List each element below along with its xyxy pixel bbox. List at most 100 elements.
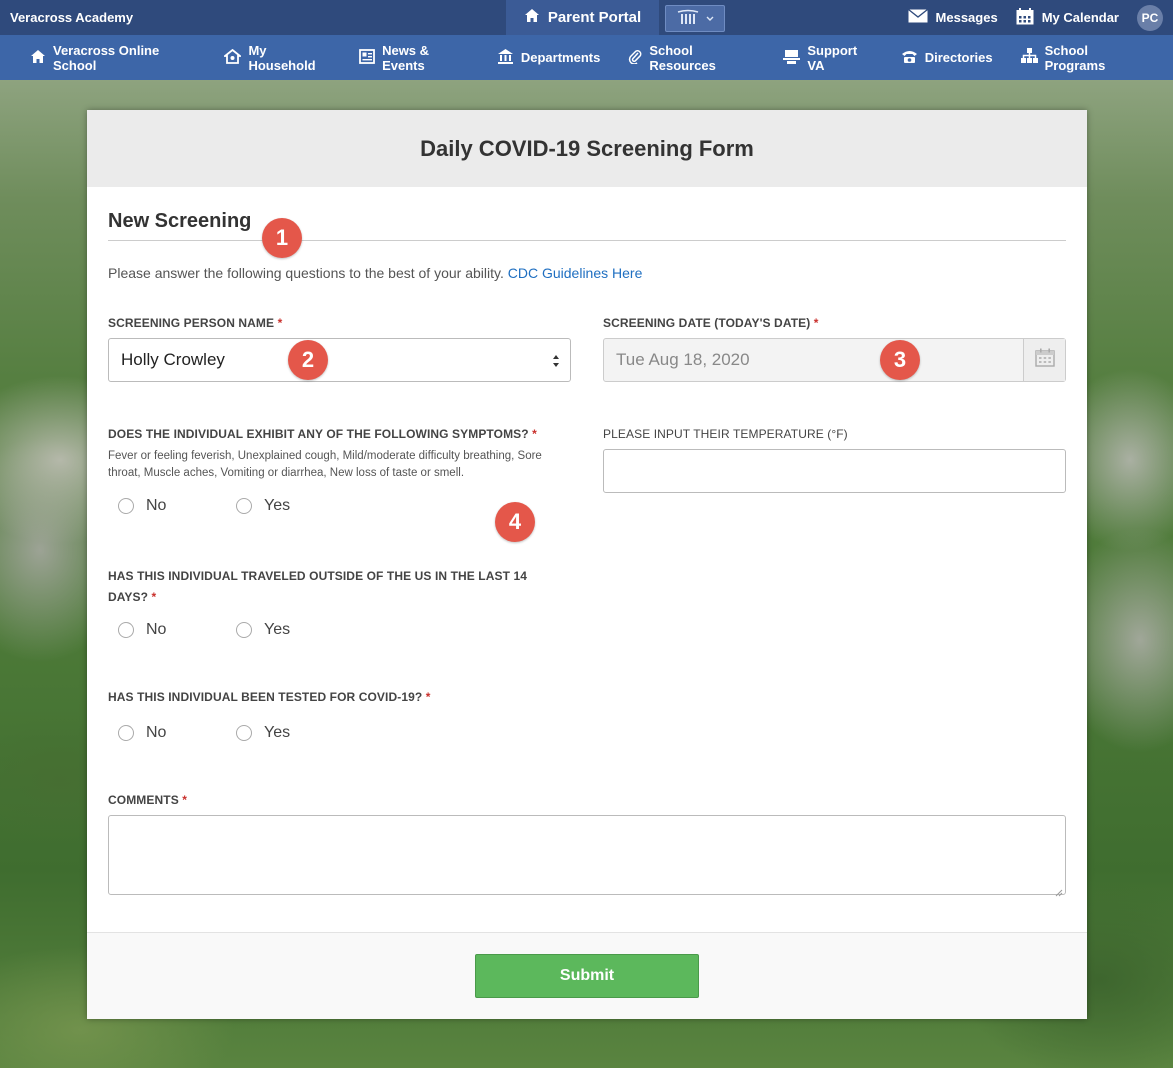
news-icon bbox=[359, 48, 375, 67]
travel-radio-group: No Yes bbox=[118, 621, 354, 639]
support-icon bbox=[783, 49, 801, 67]
screening-person-label: SCREENING PERSON NAME * bbox=[108, 316, 282, 330]
screening-date-label: SCREENING DATE (TODAY'S DATE) * bbox=[603, 316, 819, 330]
annotation-marker-2: 2 bbox=[288, 340, 328, 380]
nav-label: News & Events bbox=[382, 42, 430, 73]
nav-item-school-resources[interactable]: School Resources bbox=[628, 43, 755, 73]
nav-item-my-household[interactable]: My Household bbox=[222, 42, 331, 73]
cdc-guidelines-link[interactable]: CDC Guidelines Here bbox=[508, 265, 643, 281]
comments-label: COMMENTS * bbox=[108, 793, 187, 807]
tested-no-option[interactable]: No bbox=[118, 724, 236, 742]
intro-instructions: Please answer the following questions to… bbox=[108, 265, 504, 281]
nav-item-support-va[interactable]: Support VA bbox=[783, 43, 872, 73]
nav-item-school-programs[interactable]: School Programs bbox=[1020, 42, 1145, 73]
portal-switcher-button[interactable] bbox=[665, 5, 725, 32]
messages-label: Messages bbox=[935, 10, 998, 25]
nav-item-news-events[interactable]: News & Events bbox=[359, 43, 469, 73]
envelope-icon bbox=[907, 8, 928, 26]
radio-button[interactable] bbox=[236, 725, 252, 741]
required-mark: * bbox=[151, 590, 157, 604]
nav-label: Departments bbox=[520, 50, 601, 65]
date-picker-button[interactable] bbox=[1023, 339, 1065, 381]
household-icon bbox=[222, 48, 244, 67]
label-text: HAS THIS INDIVIDUAL BEEN TESTED FOR COVI… bbox=[108, 690, 423, 704]
option-label: No bbox=[146, 621, 167, 638]
calendar-icon bbox=[1016, 7, 1034, 28]
columns-logo-icon bbox=[676, 9, 700, 28]
home-icon bbox=[524, 8, 540, 27]
temperature-input[interactable] bbox=[603, 449, 1066, 493]
screening-person-select[interactable]: Holly Crowley bbox=[108, 338, 571, 382]
nav-item-online-school[interactable]: Veracross Online School bbox=[30, 43, 196, 73]
option-label: No bbox=[146, 724, 167, 741]
chevron-down-icon bbox=[706, 13, 714, 25]
radio-button[interactable] bbox=[118, 725, 134, 741]
resize-handle-icon[interactable] bbox=[1055, 884, 1063, 897]
label-text: SCREENING DATE (TODAY'S DATE) bbox=[603, 316, 811, 330]
top-right-menu: Messages My Calendar PC bbox=[907, 0, 1163, 35]
select-arrows-icon bbox=[552, 353, 560, 369]
nav-label: School Resources bbox=[649, 42, 716, 73]
my-calendar-label: My Calendar bbox=[1041, 10, 1119, 25]
tested-radio-group: No Yes bbox=[118, 724, 354, 742]
option-label: Yes bbox=[264, 497, 291, 514]
symptoms-hint: Fever or feeling feverish, Unexplained c… bbox=[108, 450, 542, 479]
option-label: Yes bbox=[264, 724, 291, 741]
symptoms-yes-option[interactable]: Yes bbox=[236, 497, 354, 515]
option-label: Yes bbox=[264, 621, 291, 638]
section-title: New Screening bbox=[108, 210, 252, 232]
form-title: Daily COVID-19 Screening Form bbox=[420, 135, 754, 161]
calendar-icon bbox=[1034, 348, 1055, 372]
nav-label: School Programs bbox=[1044, 42, 1106, 73]
radio-button[interactable] bbox=[118, 622, 134, 638]
radio-button[interactable] bbox=[236, 498, 252, 514]
my-calendar-link[interactable]: My Calendar bbox=[1016, 7, 1119, 28]
tested-label: HAS THIS INDIVIDUAL BEEN TESTED FOR COVI… bbox=[108, 690, 431, 704]
school-brand[interactable]: Veracross Academy bbox=[10, 10, 133, 25]
nav-label: Directories bbox=[924, 50, 993, 65]
submit-button[interactable]: Submit bbox=[475, 954, 699, 998]
label-text: HAS THIS INDIVIDUAL TRAVELED OUTSIDE OF … bbox=[108, 569, 528, 604]
nav-label: Support VA bbox=[807, 42, 858, 73]
label-text: COMMENTS bbox=[108, 793, 179, 807]
nav-item-directories[interactable]: Directories bbox=[901, 49, 993, 67]
intro-text: Please answer the following questions to… bbox=[108, 265, 642, 281]
screening-date-field[interactable]: Tue Aug 18, 2020 bbox=[603, 338, 1066, 382]
required-mark: * bbox=[425, 690, 431, 704]
user-avatar[interactable]: PC bbox=[1137, 4, 1163, 31]
annotation-marker-3: 3 bbox=[880, 340, 920, 380]
top-bar: Veracross Academy Parent Portal Messages… bbox=[0, 0, 1173, 35]
required-mark: * bbox=[813, 316, 819, 330]
section-divider bbox=[108, 240, 1066, 241]
required-mark: * bbox=[182, 793, 188, 807]
tested-yes-option[interactable]: Yes bbox=[236, 724, 354, 742]
parent-portal-label: Parent Portal bbox=[547, 9, 642, 26]
required-mark: * bbox=[277, 316, 283, 330]
required-mark: * bbox=[532, 427, 537, 441]
selected-person: Holly Crowley bbox=[121, 350, 225, 369]
travel-label: HAS THIS INDIVIDUAL TRAVELED OUTSIDE OF … bbox=[108, 566, 548, 608]
parent-portal-tab[interactable]: Parent Portal bbox=[506, 0, 659, 35]
radio-button[interactable] bbox=[118, 498, 134, 514]
main-navigation: Veracross Online School My Household New… bbox=[0, 35, 1173, 80]
travel-yes-option[interactable]: Yes bbox=[236, 621, 354, 639]
temperature-label: PLEASE INPUT THEIR TEMPERATURE (°F) bbox=[603, 427, 848, 441]
annotation-marker-1: 1 bbox=[262, 218, 302, 258]
symptoms-radio-group: No Yes bbox=[118, 497, 354, 515]
option-label: No bbox=[146, 497, 167, 514]
comments-textarea[interactable] bbox=[108, 815, 1066, 897]
screening-form-card: Daily COVID-19 Screening Form New Screen… bbox=[87, 110, 1087, 1019]
label-text: DOES THE INDIVIDUAL EXHIBIT ANY OF THE F… bbox=[108, 427, 529, 441]
nav-label: My Household bbox=[248, 42, 316, 73]
travel-no-option[interactable]: No bbox=[118, 621, 236, 639]
home-icon bbox=[30, 49, 46, 67]
symptoms-no-option[interactable]: No bbox=[118, 497, 236, 515]
nav-label: Veracross Online School bbox=[53, 42, 160, 73]
form-header: Daily COVID-19 Screening Form bbox=[87, 110, 1087, 187]
radio-button[interactable] bbox=[236, 622, 252, 638]
phone-icon bbox=[901, 49, 918, 67]
label-text: PLEASE INPUT THEIR TEMPERATURE (°F) bbox=[603, 427, 848, 441]
messages-link[interactable]: Messages bbox=[907, 8, 998, 26]
date-value: Tue Aug 18, 2020 bbox=[616, 350, 750, 369]
nav-item-departments[interactable]: Departments bbox=[497, 48, 601, 67]
